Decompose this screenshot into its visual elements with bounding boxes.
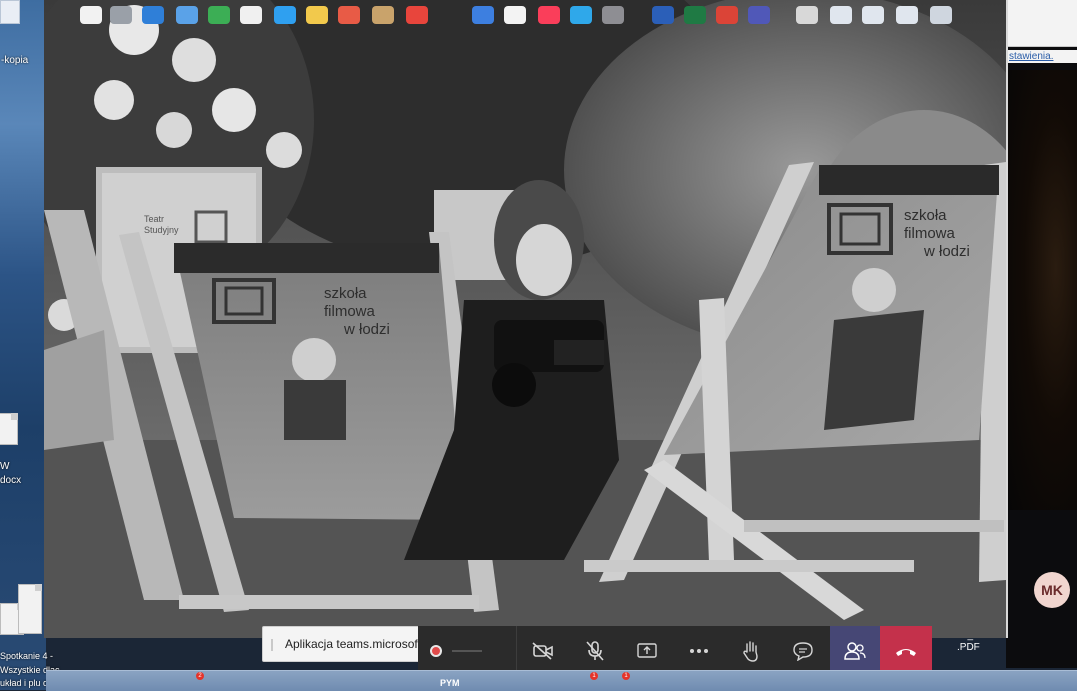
- camera-off-icon: [532, 642, 553, 660]
- word-icon[interactable]: [652, 6, 674, 24]
- mail-icon[interactable]: [176, 6, 198, 24]
- right-chair-text-2: filmowa: [904, 225, 956, 242]
- pdf-label: .PDF: [957, 642, 980, 653]
- chrome-icon[interactable]: [716, 6, 738, 24]
- docx-file-icon[interactable]: [0, 413, 18, 445]
- desktop-file-icon[interactable]: [0, 0, 20, 24]
- right-chair-text-1: szkoła: [904, 207, 947, 224]
- contacts-icon[interactable]: [240, 6, 262, 24]
- preview-icon[interactable]: [796, 6, 818, 24]
- mail-badge: 2: [196, 672, 204, 680]
- app-store-badge: 1: [590, 672, 598, 680]
- avatar[interactable]: MK: [1034, 572, 1070, 608]
- desktop-file-label-docx[interactable]: docx: [0, 475, 21, 486]
- document-file-icon[interactable]: [18, 584, 42, 634]
- document-thumb-icon[interactable]: [830, 6, 852, 24]
- desktop-text-3: układ i plu d: [0, 678, 49, 688]
- left-chair-text-2: filmowa: [324, 303, 376, 320]
- share-screen-button[interactable]: [621, 626, 673, 676]
- left-chair-text-3: w łodzi: [343, 321, 390, 338]
- notes-icon[interactable]: [306, 6, 328, 24]
- right-chair-text-3: w łodzi: [923, 243, 970, 260]
- excel-icon[interactable]: [684, 6, 706, 24]
- raise-hand-button[interactable]: [725, 626, 777, 676]
- chat-icon: [793, 642, 813, 661]
- back-chair-text-1: Teatr: [144, 214, 164, 224]
- record-icon: [430, 645, 442, 657]
- facetime-icon[interactable]: [208, 6, 230, 24]
- participant-video: [1006, 70, 1077, 510]
- safari-icon[interactable]: [142, 6, 164, 24]
- messages-icon[interactable]: [274, 6, 296, 24]
- chat-button[interactable]: [777, 626, 829, 676]
- toast-text: Aplikacja teams.microsoft.: [285, 637, 425, 651]
- settings-badge: 1: [622, 672, 630, 680]
- back-chair-text-2: Studyjny: [144, 225, 179, 235]
- record-timer-bar: [452, 650, 482, 652]
- more-options-button[interactable]: [673, 626, 725, 676]
- dock-tag-pym[interactable]: PYM: [440, 678, 460, 688]
- finder-icon[interactable]: [80, 6, 102, 24]
- call-toolbar: [418, 626, 830, 676]
- camera-toggle-button[interactable]: [517, 626, 569, 676]
- video-scene: Teatr Studyjny szkoła filmowa w łodzi sz…: [44, 0, 1006, 638]
- system-preferences-icon[interactable]: [602, 6, 624, 24]
- music-icon[interactable]: [538, 6, 560, 24]
- settings-link[interactable]: stawienia.: [1007, 50, 1077, 63]
- hang-up-icon: [896, 649, 916, 656]
- record-button[interactable]: [418, 626, 516, 676]
- document-thumb-icon-2[interactable]: [862, 6, 884, 24]
- desktop-file-label[interactable]: -kopia: [1, 55, 28, 66]
- right-panel-header: [1006, 0, 1077, 47]
- photos-icon[interactable]: [338, 6, 360, 24]
- teams-icon[interactable]: [748, 6, 770, 24]
- notification-toast[interactable]: Aplikacja teams.microsoft.: [262, 626, 432, 662]
- reminders-icon[interactable]: [504, 6, 526, 24]
- document-thumb-icon-3[interactable]: [896, 6, 918, 24]
- desktop-file-label-w[interactable]: W: [0, 461, 9, 472]
- desktop-text-1: Spotkanie 4 -: [0, 651, 54, 661]
- left-chair-text-1: szkoła: [324, 285, 367, 302]
- trash-icon[interactable]: [930, 6, 952, 24]
- mic-off-icon: [586, 641, 604, 661]
- main-video-frame: Teatr Studyjny szkoła filmowa w łodzi sz…: [44, 0, 1008, 638]
- mic-toggle-button[interactable]: [569, 626, 621, 676]
- calendar-icon[interactable]: [406, 6, 428, 24]
- share-screen-icon: [637, 643, 657, 658]
- raise-hand-icon: [743, 641, 758, 662]
- app-icon[interactable]: [472, 6, 494, 24]
- books-icon[interactable]: [372, 6, 394, 24]
- app-store-icon[interactable]: [570, 6, 592, 24]
- toast-drag-handle[interactable]: [271, 639, 273, 651]
- launchpad-icon[interactable]: [110, 6, 132, 24]
- participants-button[interactable]: [830, 626, 880, 676]
- hang-up-button[interactable]: [880, 626, 932, 676]
- people-icon: [844, 642, 866, 660]
- more-options-icon: [690, 649, 708, 653]
